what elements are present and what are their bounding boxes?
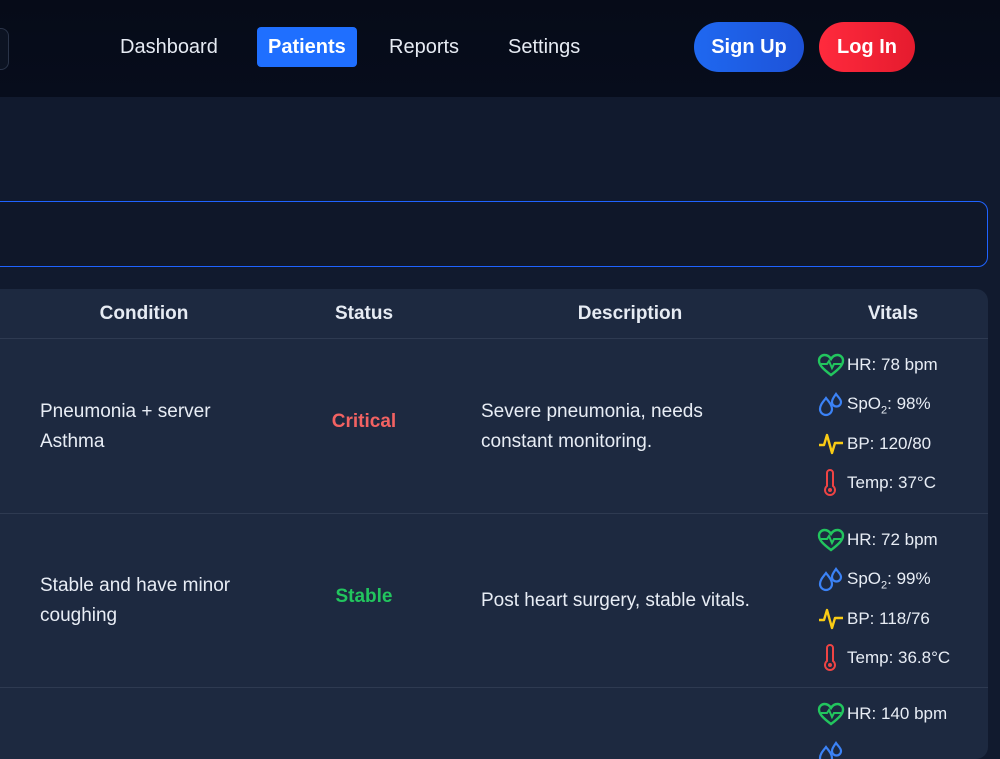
heart-pulse-icon: [817, 526, 847, 554]
heart-rate-value: HR: 78 bpm: [847, 355, 938, 374]
condition-cell: Pneumonia + server Asthma: [40, 397, 211, 457]
description-line: constant monitoring.: [481, 431, 653, 452]
activity-pulse-icon: [817, 430, 847, 458]
thermometer-icon: [817, 644, 847, 672]
spo2-value: SpO2: 98%: [847, 393, 931, 417]
nav-search-box-edge[interactable]: [0, 28, 9, 70]
sign-up-button[interactable]: Sign Up: [694, 22, 804, 72]
nav-link-dashboard[interactable]: Dashboard: [109, 27, 229, 67]
temperature-value: Temp: 36.8°C: [847, 648, 951, 667]
header-description: Description: [577, 303, 683, 324]
description-line: Post heart surgery, stable vitals.: [481, 590, 750, 611]
heart-pulse-icon: [817, 700, 847, 728]
table-row[interactable]: Pneumonia + server Asthma Critical Sever…: [0, 339, 988, 514]
patient-search-input[interactable]: [0, 201, 988, 267]
status-badge: Critical: [331, 411, 397, 432]
vital-spo2: [817, 739, 847, 759]
vital-spo2: SpO2: 99%: [817, 565, 931, 595]
patients-table: Condition Status Description Vitals Pneu…: [0, 289, 988, 759]
activity-pulse-icon: [817, 605, 847, 633]
table-row[interactable]: Stable and have minor coughing Stable Po…: [0, 514, 988, 688]
temperature-value: Temp: 37°C: [847, 473, 937, 492]
table-header: Condition Status Description Vitals: [0, 289, 988, 339]
header-vitals: Vitals: [867, 303, 919, 324]
vital-spo2: SpO2: 98%: [817, 390, 931, 420]
vital-blood-pressure: BP: 120/80: [817, 429, 931, 459]
log-in-button[interactable]: Log In: [819, 22, 915, 72]
table-row[interactable]: HR: 140 bpm: [0, 688, 988, 759]
heart-rate-value: HR: 140 bpm: [847, 704, 948, 723]
nav-link-settings[interactable]: Settings: [497, 27, 591, 67]
vital-temperature: Temp: 36.8°C: [817, 643, 950, 673]
vital-blood-pressure: BP: 118/76: [817, 604, 930, 634]
spo2-value: SpO2: 99%: [847, 568, 931, 592]
description-cell: Severe pneumonia, needs constant monitor…: [481, 397, 703, 457]
condition-cell: Stable and have minor coughing: [40, 571, 230, 631]
condition-line: coughing: [40, 605, 118, 626]
heart-pulse-icon: [817, 351, 847, 379]
water-drops-icon: [817, 391, 847, 419]
vital-heart-rate: HR: 78 bpm: [817, 350, 938, 380]
thermometer-icon: [817, 469, 847, 497]
description-cell: Post heart surgery, stable vitals.: [481, 586, 750, 616]
nav-link-patients[interactable]: Patients: [257, 27, 357, 67]
water-drops-icon: [817, 566, 847, 594]
vital-temperature: Temp: 37°C: [817, 468, 936, 498]
condition-line: Stable and have minor: [40, 575, 231, 596]
nav-link-reports[interactable]: Reports: [378, 27, 470, 67]
heart-rate-value: HR: 72 bpm: [847, 530, 938, 549]
condition-line: Asthma: [40, 431, 105, 452]
description-line: Severe pneumonia, needs: [481, 401, 703, 422]
header-status: Status: [334, 303, 394, 324]
blood-pressure-value: BP: 120/80: [847, 434, 932, 453]
status-badge: Stable: [335, 586, 393, 607]
top-navbar: Dashboard Patients Reports Settings Sign…: [0, 0, 1000, 97]
blood-pressure-value: BP: 118/76: [847, 609, 930, 628]
condition-line: Pneumonia + server: [40, 401, 211, 422]
vital-heart-rate: HR: 140 bpm: [817, 699, 947, 729]
vital-heart-rate: HR: 72 bpm: [817, 525, 938, 555]
header-condition: Condition: [99, 303, 189, 324]
